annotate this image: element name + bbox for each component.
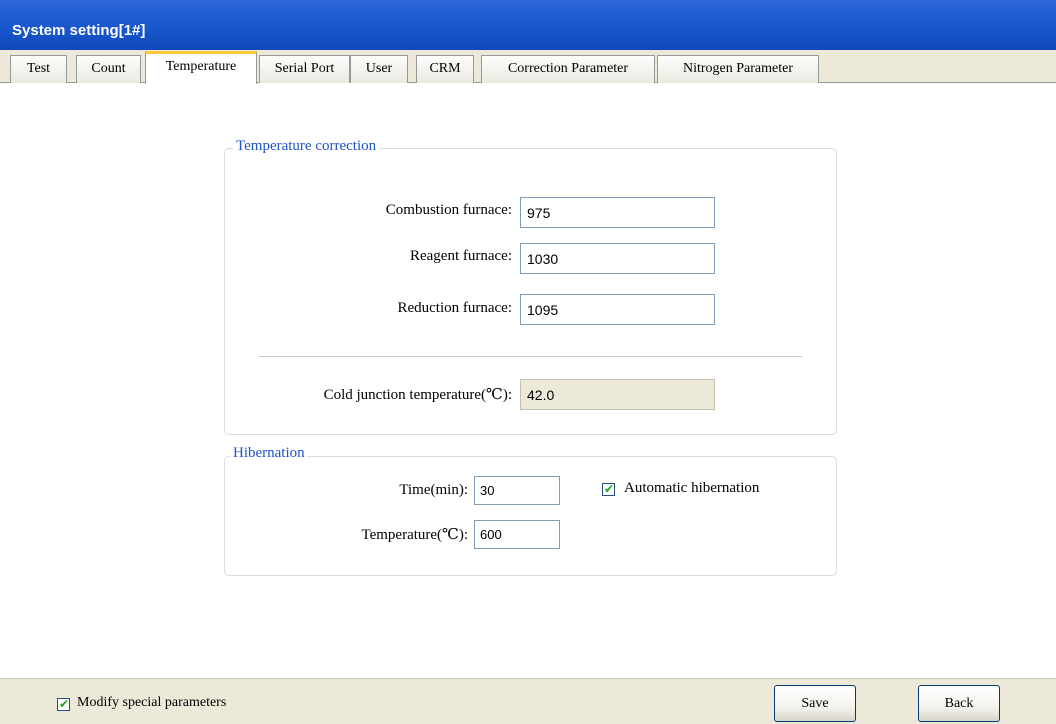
tab-strip: Test Count Temperature Serial Port User … bbox=[0, 50, 1056, 84]
hibernation-time-label: Time(min): bbox=[399, 482, 468, 498]
bottom-bar: ✔ Modify special parameters Save Back bbox=[0, 678, 1056, 724]
title-bar[interactable]: System setting[1#] bbox=[0, 0, 1056, 50]
hibernation-group bbox=[224, 456, 837, 576]
checkmark-icon: ✔ bbox=[59, 697, 70, 711]
window-title: System setting[1#] bbox=[12, 22, 146, 39]
cold-junction-input[interactable] bbox=[520, 379, 715, 410]
tab-user[interactable]: User bbox=[350, 55, 408, 83]
modify-special-checkbox[interactable]: ✔ bbox=[57, 697, 70, 711]
automatic-hibernation-label[interactable]: Automatic hibernation bbox=[624, 480, 759, 497]
hibernation-temperature-label: Temperature(℃): bbox=[361, 527, 468, 543]
hibernation-legend: Hibernation bbox=[230, 445, 308, 462]
temperature-panel: Temperature correction Combustion furnac… bbox=[0, 83, 1056, 678]
reduction-furnace-label: Reduction furnace: bbox=[397, 300, 512, 316]
tab-count[interactable]: Count bbox=[76, 55, 141, 83]
reagent-furnace-input[interactable] bbox=[520, 243, 715, 274]
tab-crm[interactable]: CRM bbox=[416, 55, 474, 83]
hibernation-time-input[interactable] bbox=[474, 476, 560, 505]
hibernation-temperature-input[interactable] bbox=[474, 520, 560, 549]
temperature-correction-legend: Temperature correction bbox=[233, 138, 380, 155]
checkmark-icon: ✔ bbox=[604, 482, 615, 496]
system-setting-window: System setting[1#] Test Count Temperatur… bbox=[0, 0, 1056, 724]
tab-serial-port[interactable]: Serial Port bbox=[259, 55, 350, 83]
tab-temperature[interactable]: Temperature bbox=[145, 51, 257, 84]
tab-nitrogen-parameter[interactable]: Nitrogen Parameter bbox=[657, 55, 819, 83]
reduction-furnace-input[interactable] bbox=[520, 294, 715, 325]
group-separator bbox=[259, 356, 802, 358]
tab-correction-parameter[interactable]: Correction Parameter bbox=[481, 55, 655, 83]
combustion-furnace-label: Combustion furnace: bbox=[385, 202, 512, 218]
automatic-hibernation-checkbox[interactable]: ✔ bbox=[602, 482, 615, 496]
tab-test[interactable]: Test bbox=[10, 55, 67, 83]
cold-junction-label: Cold junction temperature(℃): bbox=[323, 387, 512, 403]
save-button[interactable]: Save bbox=[774, 685, 856, 722]
modify-special-label[interactable]: Modify special parameters bbox=[77, 695, 226, 711]
reagent-furnace-label: Reagent furnace: bbox=[409, 248, 512, 264]
combustion-furnace-input[interactable] bbox=[520, 197, 715, 228]
back-button[interactable]: Back bbox=[918, 685, 1000, 722]
